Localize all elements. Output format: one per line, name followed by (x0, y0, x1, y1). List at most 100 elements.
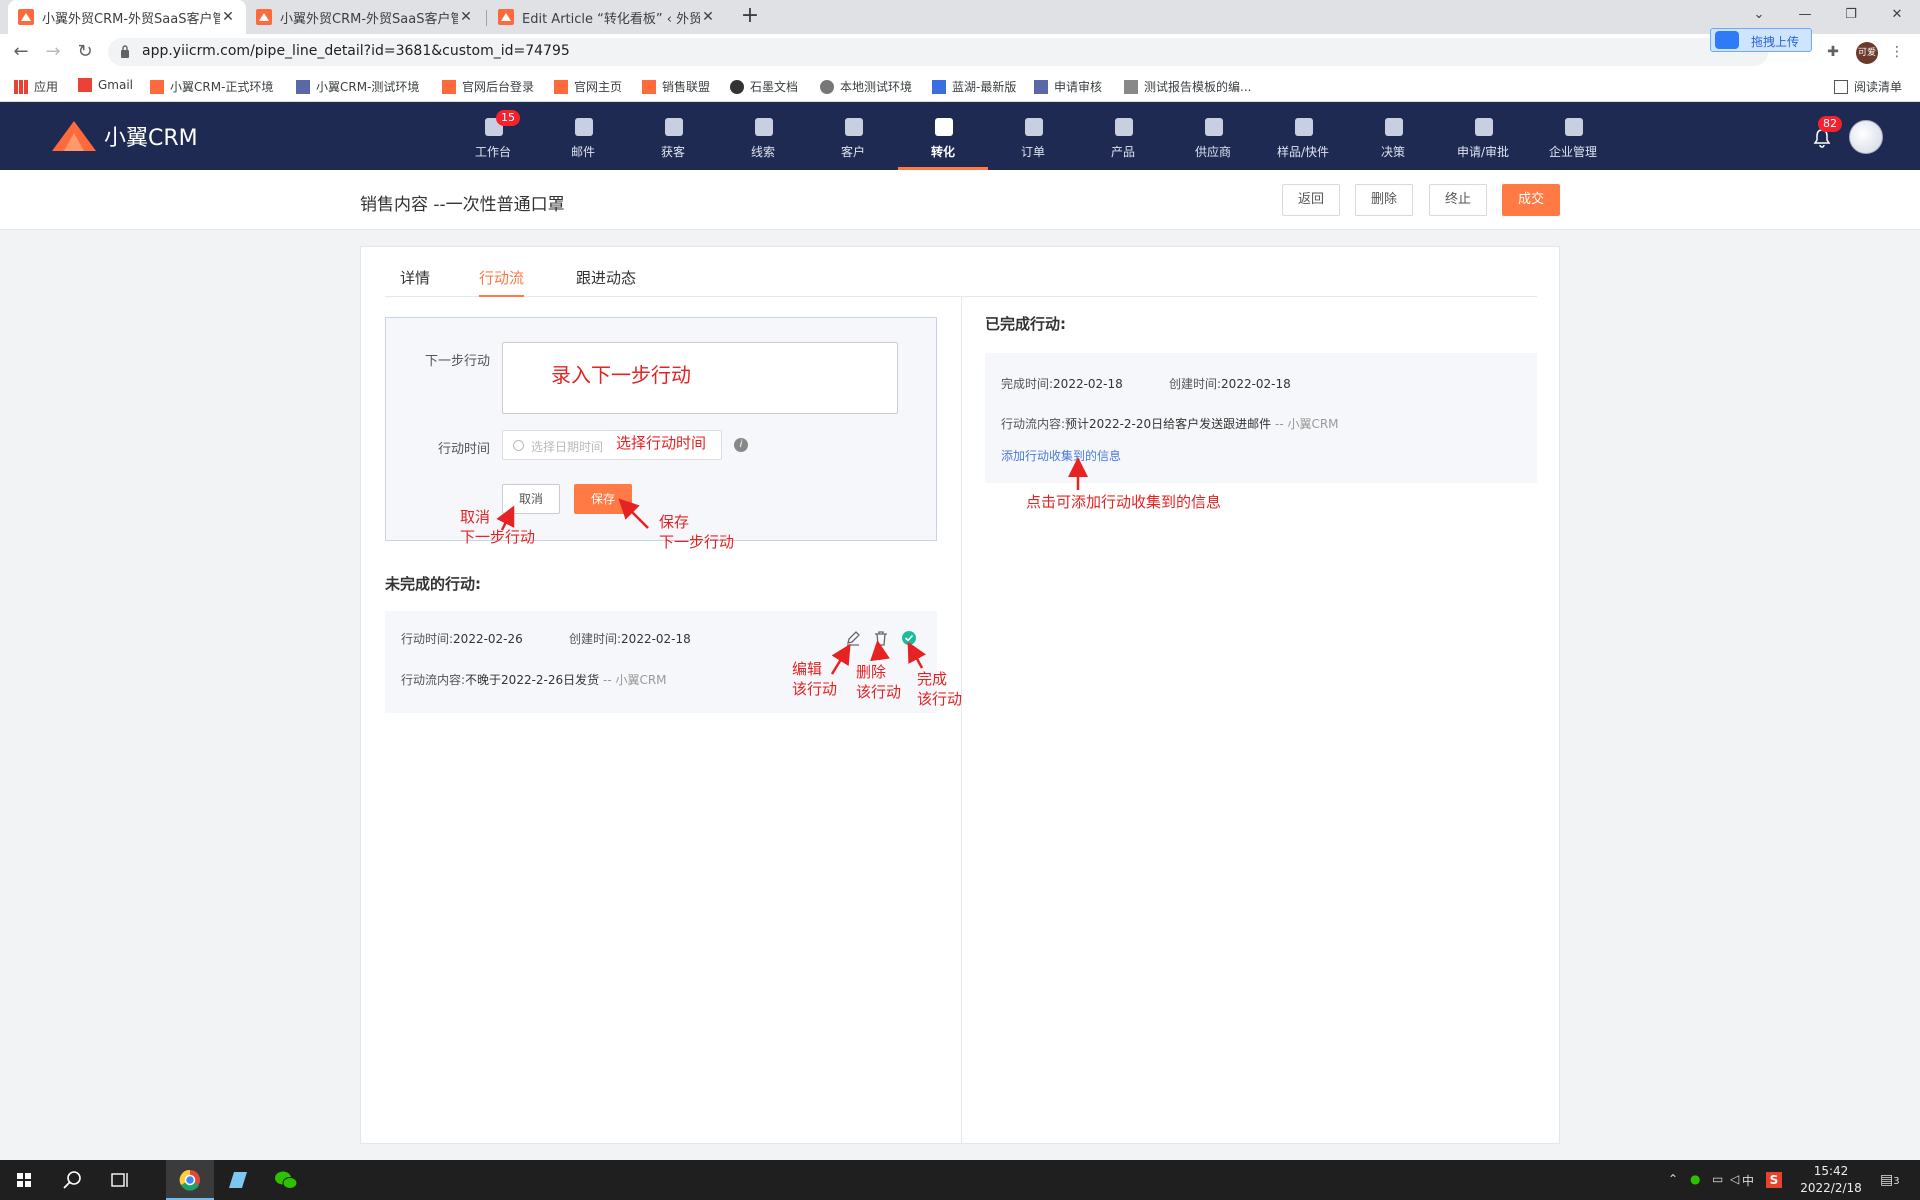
nav-item-label: 供应商 (1194, 145, 1231, 159)
bookmark-test-report[interactable]: 测试报告模板的编... (1124, 78, 1251, 95)
lanhu-icon (932, 79, 946, 94)
yiicrm-icon (150, 79, 164, 94)
wechat-taskbar-icon[interactable] (262, 1160, 310, 1200)
nav-item-0[interactable]: 工作台 15 (448, 102, 538, 170)
product-icon (1115, 118, 1133, 136)
add-collected-info-link[interactable]: 添加行动收集到的信息 (1001, 447, 1121, 464)
deal-button[interactable]: 成交 (1502, 184, 1560, 216)
terminate-button[interactable]: 终止 (1429, 184, 1487, 216)
bookmark-label: 蓝湖-最新版 (952, 80, 1017, 94)
reload-icon[interactable]: ↻ (70, 37, 100, 67)
decision-icon (1385, 118, 1403, 136)
edit-pencil-icon[interactable] (845, 630, 861, 646)
bookmark-crm-prod[interactable]: 小翼CRM-正式环境 (150, 78, 273, 95)
windows-start-icon[interactable] (0, 1160, 48, 1200)
order-icon (1025, 118, 1043, 136)
bookmark-local[interactable]: 本地测试环境 (820, 78, 912, 95)
bookmark-shimo[interactable]: 石墨文档 (730, 78, 798, 95)
complete-check-icon[interactable] (901, 630, 917, 646)
reading-list-label: 阅读清单 (1854, 80, 1903, 94)
menu-kebab-icon[interactable]: ⋮ (1888, 43, 1906, 61)
tab-action-flow[interactable]: 行动流 (479, 267, 525, 297)
app-logo[interactable]: 小翼CRM (50, 116, 198, 156)
clock-date: 2022/2/18 (1800, 1181, 1862, 1195)
clock-icon (513, 440, 524, 451)
browser-tab-2[interactable]: 小翼外贸CRM-外贸SaaS客户管理 ✕ (246, 0, 484, 34)
close-tab-icon[interactable]: ✕ (220, 9, 236, 25)
tab-search-icon[interactable]: ⌄ (1736, 0, 1782, 30)
tray-sogou-icon[interactable]: S (1766, 1172, 1782, 1188)
bookmark-lanhu[interactable]: 蓝湖-最新版 (932, 78, 1016, 95)
notes-taskbar-icon[interactable] (214, 1160, 262, 1200)
forward-arrow-icon[interactable]: → (38, 37, 68, 67)
tray-network-icon[interactable]: ▭ (1712, 1172, 1723, 1186)
bookmark-sales[interactable]: 销售联盟 (642, 78, 710, 95)
nav-item-11[interactable]: 申请/审批 (1438, 102, 1528, 170)
sample-icon (1295, 118, 1313, 136)
tray-ime[interactable]: 中 (1742, 1172, 1754, 1189)
browser-toolbar: ← → ↻ app.yiicrm.com/pipe_line_detail?id… (0, 34, 1920, 70)
upload-extension-button[interactable]: 拖拽上传 (1710, 28, 1812, 52)
chrome-taskbar-icon[interactable] (166, 1160, 214, 1200)
nav-item-7[interactable]: 产品 (1078, 102, 1168, 170)
nav-item-label: 决策 (1380, 145, 1405, 159)
bookmark-review[interactable]: 申请审核 (1034, 78, 1102, 95)
nav-item-3[interactable]: 线索 (718, 102, 808, 170)
bookmark-apps[interactable]: 应用 (14, 78, 58, 95)
tab-follow-up[interactable]: 跟进动态 (576, 267, 636, 297)
nav-item-2[interactable]: 获客 (628, 102, 718, 170)
delete-trash-icon[interactable] (873, 630, 889, 646)
save-button[interactable]: 保存 (574, 484, 632, 514)
user-avatar[interactable] (1849, 120, 1883, 154)
address-bar[interactable]: app.yiicrm.com/pipe_line_detail?id=3681&… (108, 38, 1768, 66)
nav-item-9[interactable]: 样品/快件 (1258, 102, 1348, 170)
annotation-edit: 编辑 该行动 (792, 660, 838, 698)
nav-item-1[interactable]: 邮件 (538, 102, 628, 170)
bookmark-label: 申请审核 (1054, 80, 1103, 94)
bookmark-site[interactable]: 官网主页 (554, 78, 622, 95)
nav-item-6[interactable]: 订单 (988, 102, 1078, 170)
minimize-icon[interactable]: — (1782, 0, 1828, 30)
tray-volume-icon[interactable]: ◁ (1730, 1172, 1739, 1186)
close-tab-icon[interactable]: ✕ (458, 9, 474, 25)
task-view-icon[interactable] (96, 1160, 144, 1200)
nav-item-4[interactable]: 客户 (808, 102, 898, 170)
nav-item-label: 获客 (660, 145, 685, 159)
detail-tabs: 详情 行动流 跟进动态 (385, 247, 1537, 297)
nav-item-label: 订单 (1020, 145, 1045, 159)
new-tab-button[interactable]: + (737, 4, 763, 30)
notification-center-icon[interactable]: ▤3 (1880, 1172, 1900, 1188)
bookmark-label: 本地测试环境 (840, 80, 913, 94)
nav-item-label: 客户 (840, 145, 865, 159)
delete-button[interactable]: 删除 (1355, 184, 1413, 216)
browser-tab-3[interactable]: Edit Article “转化看板” ‹ 外贸CR ✕ (488, 0, 726, 34)
browser-tab-title: 小翼外贸CRM-外贸SaaS客户管理 (280, 11, 458, 27)
tray-chevron-icon[interactable]: ⌃ (1668, 1172, 1678, 1186)
nav-item-12[interactable]: 企业管理 (1528, 102, 1618, 170)
tray-wechat-icon[interactable]: ● (1690, 1172, 1700, 1186)
tab-details[interactable]: 详情 (400, 267, 430, 297)
reading-list[interactable]: 阅读清单 (1834, 78, 1902, 95)
bookmark-gmail[interactable]: Gmail (78, 78, 133, 92)
customer-icon (845, 118, 863, 136)
search-icon[interactable] (48, 1160, 96, 1200)
mail-icon (575, 118, 593, 136)
extensions-puzzle-icon[interactable]: ✚ (1824, 43, 1842, 61)
nav-item-8[interactable]: 供应商 (1168, 102, 1258, 170)
annotation-complete: 完成 该行动 (917, 670, 963, 708)
clock-time: 15:42 (1813, 1164, 1849, 1178)
profile-avatar[interactable]: 可爱 (1856, 42, 1878, 64)
close-window-icon[interactable]: ✕ (1874, 0, 1920, 30)
bookmark-admin[interactable]: 官网后台登录 (442, 78, 534, 95)
taskbar-clock[interactable]: 15:42 2022/2/18 (1796, 1163, 1866, 1197)
info-icon[interactable]: i (734, 438, 748, 452)
browser-tab-1[interactable]: 小翼外贸CRM-外贸SaaS客户管理 ✕ (8, 0, 246, 34)
restore-icon[interactable]: ❐ (1828, 0, 1874, 30)
bookmark-label: 小翼CRM-正式环境 (170, 80, 274, 94)
nav-item-10[interactable]: 决策 (1348, 102, 1438, 170)
close-tab-icon[interactable]: ✕ (700, 9, 716, 25)
back-button[interactable]: 返回 (1282, 184, 1340, 216)
back-arrow-icon[interactable]: ← (6, 37, 36, 67)
nav-item-5[interactable]: 转化 (898, 102, 988, 170)
bookmark-crm-test[interactable]: 小翼CRM-测试环境 (296, 78, 419, 95)
